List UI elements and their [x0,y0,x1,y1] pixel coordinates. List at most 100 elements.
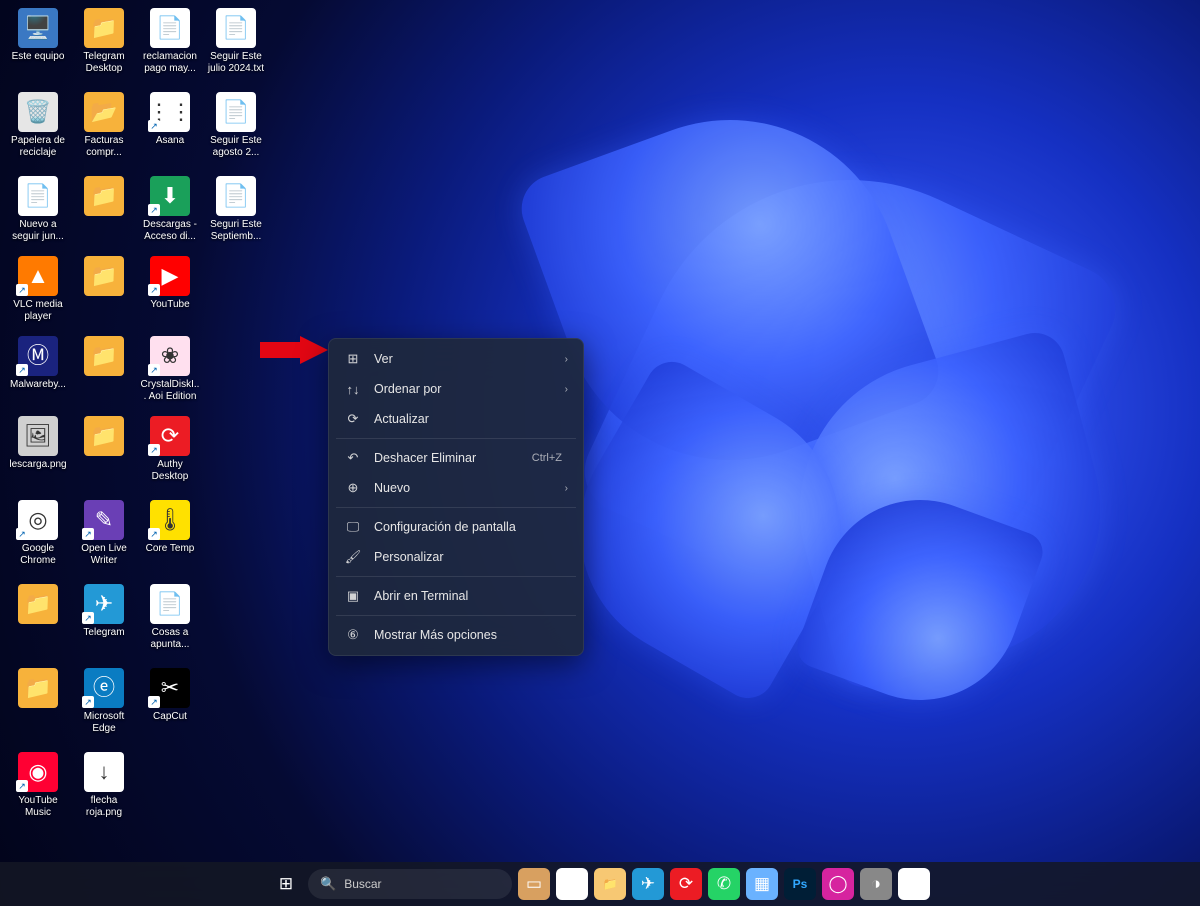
menu-item-label: Abrir en Terminal [374,589,568,603]
desktop-icon[interactable]: 📁 [74,256,134,299]
menu-item-label: Deshacer Eliminar [374,451,532,465]
desktop-icon-label: Telegram Desktop [74,51,134,75]
menu-item-label: Ordenar por [374,382,565,396]
menu-item-sort-by[interactable]: ↑↓Ordenar por› [334,374,578,404]
desktop-icon[interactable]: 📄 Seguri Este Septiemb... [206,176,266,243]
desktop-icon[interactable]: ⬇↗Descargas - Acceso di... [140,176,200,243]
desktop-icon-label: CrystalDiskI... Aoi Edition [140,379,200,403]
desktop-icon[interactable]: 📁 [74,176,134,219]
app-icon: 📂 [84,92,124,132]
taskbar-instagram[interactable]: ◯ [822,868,854,900]
desktop-icon[interactable]: ⓔ↗Microsoft Edge [74,668,134,735]
taskbar-whatsapp[interactable]: ✆ [708,868,740,900]
taskbar-widgets[interactable]: ▦ [746,868,778,900]
desktop-icon[interactable]: ▲↗VLC media player [8,256,68,323]
search-placeholder: Buscar [344,877,381,891]
desktop-icon[interactable]: 📁 [74,416,134,459]
chevron-right-icon: › [565,384,568,395]
view-icon: ⊞ [344,351,362,367]
desktop-icon[interactable]: 🖼lescarga.png [8,416,68,471]
desktop-icon[interactable]: ✈↗Telegram [74,584,134,639]
menu-item-label: Nuevo [374,481,565,495]
desktop-icon[interactable]: ◎↗Google Chrome [8,500,68,567]
shortcut-overlay-icon: ↗ [16,528,28,540]
shortcut-overlay-icon: ↗ [148,120,160,132]
menu-item-personalize[interactable]: 🖌Personalizar [334,542,578,572]
desktop-icon[interactable]: ◉↗YouTube Music [8,752,68,819]
undo-delete-icon: ↶ [344,450,362,466]
app-icon: 📄 [216,176,256,216]
shortcut-overlay-icon: ↗ [148,364,160,376]
shortcut-overlay-icon: ↗ [148,444,160,456]
app-icon: 📁 [84,8,124,48]
shortcut-overlay-icon: ↗ [148,528,160,540]
desktop-icon[interactable]: 📂Facturas compr... [74,92,134,159]
desktop-icon[interactable]: ▶↗YouTube [140,256,200,311]
desktop-icon[interactable]: 📄Nuevo a seguir jun... [8,176,68,243]
taskbar-authy[interactable]: ⟳ [670,868,702,900]
desktop-icon[interactable]: Ⓜ↗Malwareby... [8,336,68,391]
refresh-icon: ⟳ [344,411,362,427]
desktop-icon-label: Papelera de reciclaje [8,135,68,159]
desktop-icon[interactable]: ✎↗Open Live Writer [74,500,134,567]
desktop-icon-label: Este equipo [8,51,68,63]
desktop-icon[interactable]: 📁 [8,668,68,711]
taskbar-chrome[interactable]: ◎ [556,868,588,900]
desktop-icon[interactable]: 🖥️Este equipo [8,8,68,63]
app-icon: 📁 [18,584,58,624]
desktop-icon[interactable]: 📁 Telegram Desktop [74,8,134,75]
display-settings-icon: 🖵 [344,519,362,535]
desktop-icon-label: VLC media player [8,299,68,323]
desktop-icon-label: Malwareby... [8,379,68,391]
desktop-icon[interactable]: 📄Cosas a apunta... [140,584,200,651]
menu-item-label: Ver [374,352,565,366]
desktop-icon[interactable]: ⟳↗Authy Desktop [140,416,200,483]
taskbar-explorer[interactable]: 📁 [594,868,626,900]
annotation-red-arrow [260,336,330,372]
shortcut-overlay-icon: ↗ [16,364,28,376]
desktop-icon-label: flecha roja.png [74,795,134,819]
app-icon: 📄 [150,8,190,48]
menu-separator [336,576,576,577]
menu-item-display-settings[interactable]: 🖵Configuración de pantalla [334,512,578,542]
menu-item-new[interactable]: ⊕Nuevo› [334,473,578,503]
app-icon: 📁 [84,336,124,376]
more-options-icon: ⑥ [344,627,362,643]
shortcut-overlay-icon: ↗ [148,696,160,708]
app-icon: 📄 [216,8,256,48]
taskbar-app2[interactable]: ▤ [898,868,930,900]
desktop[interactable]: 🖥️Este equipo 📁 Telegram Desktop 📄 reclamaci… [0,0,1200,906]
menu-item-view[interactable]: ⊞Ver› [334,344,578,374]
desktop-icon[interactable]: 📁 [74,336,134,379]
menu-item-undo-delete[interactable]: ↶Deshacer EliminarCtrl+Z [334,443,578,473]
shortcut-overlay-icon: ↗ [82,696,94,708]
taskbar-app1[interactable]: ◑ [860,868,892,900]
taskbar-start[interactable]: ⊞ [270,868,302,900]
desktop-icon[interactable]: ↓flecha roja.png [74,752,134,819]
desktop-icon[interactable]: ⋮⋮↗Asana [140,92,200,147]
desktop-icon-label: Seguri Este Septiemb... [206,219,266,243]
desktop-icon[interactable]: 🗑️Papelera de reciclaje [8,92,68,159]
menu-item-label: Mostrar Más opciones [374,628,568,642]
new-icon: ⊕ [344,480,362,496]
desktop-icon[interactable]: 🌡↗Core Temp [140,500,200,555]
taskbar-taskview[interactable]: ▭ [518,868,550,900]
app-icon: 📄 [18,176,58,216]
taskbar-search[interactable]: 🔍Buscar [308,869,512,899]
app-icon: 📄 [216,92,256,132]
desktop-icon[interactable]: 📄 reclamacion pago may... [140,8,200,75]
desktop-icon[interactable]: 📄Seguir Este julio 2024.txt [206,8,266,75]
menu-item-open-terminal[interactable]: ▣Abrir en Terminal [334,581,578,611]
taskbar-photoshop[interactable]: Ps [784,868,816,900]
menu-item-more-options[interactable]: ⑥ Mostrar Más opciones [334,620,578,650]
desktop-icon[interactable]: 📁 [8,584,68,627]
app-icon: 📄 [150,584,190,624]
app-icon: 🖼 [18,416,58,456]
desktop-icon[interactable]: 📄Seguir Este agosto 2... [206,92,266,159]
desktop-icon[interactable]: ✂↗CapCut [140,668,200,723]
shortcut-overlay-icon: ↗ [16,284,28,296]
desktop-icon-label: reclamacion pago may... [140,51,200,75]
menu-item-refresh[interactable]: ⟳Actualizar [334,404,578,434]
desktop-icon[interactable]: ❀↗CrystalDiskI... Aoi Edition [140,336,200,403]
taskbar-telegram[interactable]: ✈ [632,868,664,900]
